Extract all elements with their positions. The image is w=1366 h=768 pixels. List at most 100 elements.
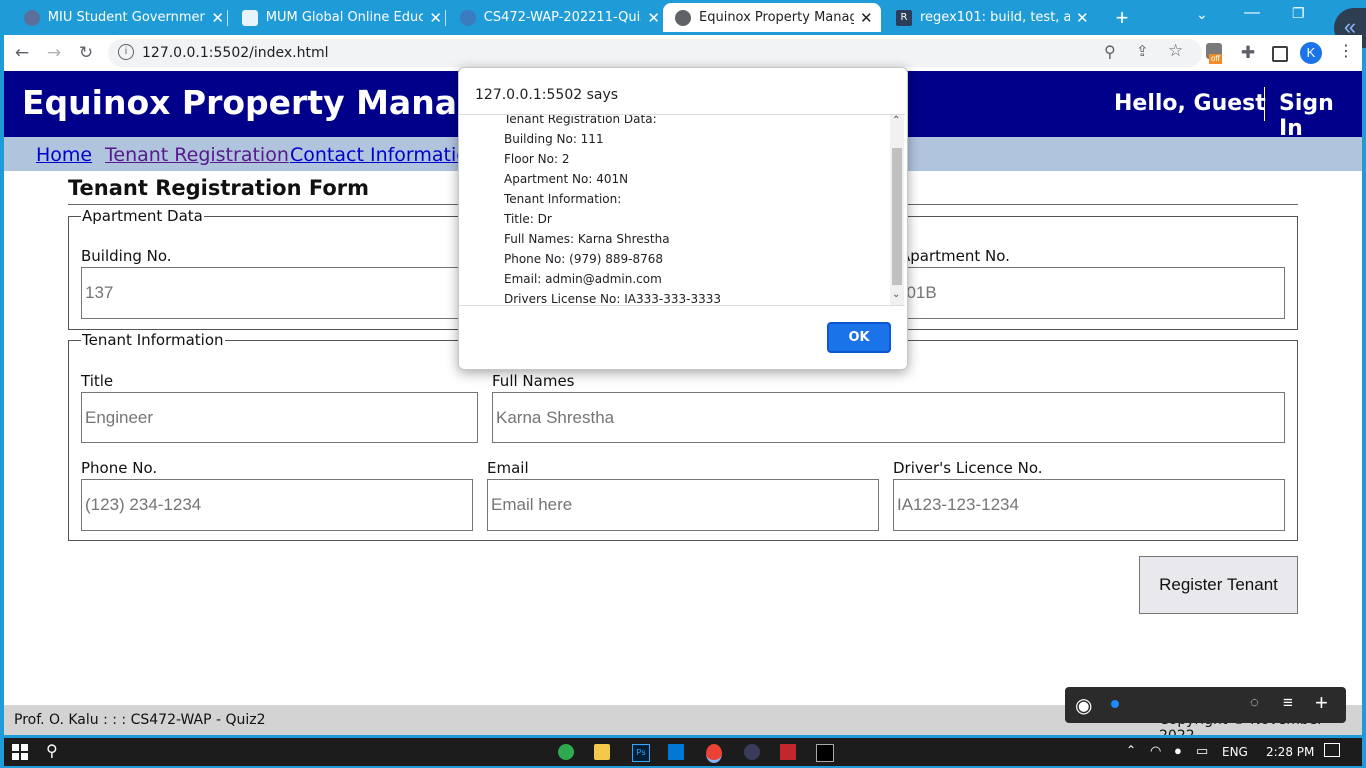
vscode-icon[interactable] bbox=[668, 744, 684, 760]
phone-no-input[interactable] bbox=[81, 479, 473, 531]
apartment-no-label: Apartment No. bbox=[900, 247, 1010, 265]
apartment-no-input[interactable] bbox=[893, 267, 1285, 319]
forward-arrow-icon[interactable]: → bbox=[42, 41, 66, 65]
drivers-licence-input[interactable] bbox=[893, 479, 1285, 531]
tab-title: MUM Global Online Educatio bbox=[265, 10, 424, 25]
tenant-information-legend: Tenant Information bbox=[81, 331, 225, 349]
edge-browser-icon[interactable] bbox=[558, 744, 574, 760]
new-tab-button[interactable]: + bbox=[1108, 4, 1136, 32]
photoshop-icon[interactable]: Ps bbox=[632, 744, 650, 762]
tab-title: regex101: build, test, and deb bbox=[920, 10, 1070, 25]
dialog-line: Floor No: 2 bbox=[504, 152, 570, 166]
bookmark-star-icon[interactable]: ☆ bbox=[1168, 41, 1183, 61]
dialog-title: 127.0.0.1:5502 says bbox=[475, 87, 619, 103]
dialog-line: Full Names: Karna Shrestha bbox=[504, 232, 670, 246]
nav-tenant-registration-link[interactable]: Tenant Registration bbox=[105, 144, 289, 166]
scrollbar-thumb[interactable] bbox=[892, 148, 902, 285]
side-panel-icon[interactable] bbox=[1272, 46, 1288, 62]
register-tenant-button[interactable]: Register Tenant bbox=[1139, 556, 1298, 614]
zoom-icon[interactable]: ⚲ bbox=[1104, 42, 1116, 62]
dialog-line: Email: admin@admin.com bbox=[504, 272, 662, 286]
scroll-up-icon[interactable]: ⌃ bbox=[892, 115, 900, 126]
building-no-input[interactable] bbox=[81, 267, 481, 319]
windows-start-icon[interactable] bbox=[12, 744, 28, 760]
extension-icon[interactable]: off bbox=[1206, 43, 1222, 64]
terminal-icon[interactable] bbox=[816, 744, 834, 762]
dialog-line: Phone No: (979) 889-8768 bbox=[504, 252, 664, 266]
menu-kebab-icon[interactable]: ⋮ bbox=[1338, 41, 1354, 60]
clock[interactable]: 2:28 PM bbox=[1266, 745, 1314, 759]
dialog-ok-button[interactable]: OK bbox=[827, 322, 891, 353]
eye-icon[interactable]: ◉ bbox=[1075, 693, 1092, 718]
chevron-up-icon[interactable]: ⌃ bbox=[1126, 743, 1136, 757]
close-icon[interactable]: ✕ bbox=[647, 9, 660, 27]
obs-icon[interactable] bbox=[744, 744, 760, 760]
full-names-label: Full Names bbox=[492, 372, 575, 390]
search-icon[interactable]: ⚲ bbox=[46, 741, 58, 761]
tab-miu-student-government[interactable]: MIU Student Government - V ✕ bbox=[12, 4, 224, 31]
extensions-puzzle-icon[interactable]: ✚ bbox=[1236, 41, 1260, 65]
drivers-licence-label: Driver's Licence No. bbox=[893, 459, 1043, 477]
restore-button[interactable]: ❐ bbox=[1292, 5, 1305, 22]
email-input[interactable] bbox=[487, 479, 879, 531]
site-favicon-icon bbox=[242, 9, 258, 26]
share-icon[interactable]: ⇪ bbox=[1136, 42, 1149, 60]
dialog-message: Tenant Registration Data: Building No: 1… bbox=[459, 114, 905, 306]
language-indicator[interactable]: ENG bbox=[1222, 745, 1248, 759]
close-icon[interactable]: ✕ bbox=[1076, 9, 1089, 27]
battery-icon[interactable]: ▭ bbox=[1196, 743, 1208, 759]
comment-icon[interactable]: ◌ bbox=[1250, 694, 1259, 711]
full-names-input[interactable] bbox=[492, 392, 1285, 443]
address-bar[interactable]: i 127.0.0.1:5502/index.html ⚲ ⇪ ☆ bbox=[108, 39, 1202, 67]
close-icon[interactable]: ✕ bbox=[429, 9, 442, 27]
nav-home-link[interactable]: Home bbox=[36, 144, 92, 166]
back-arrow-icon[interactable]: ← bbox=[10, 41, 34, 65]
tab-regex101[interactable]: R regex101: build, test, and deb ✕ bbox=[884, 4, 1096, 31]
microphone-icon[interactable]: ● bbox=[1174, 743, 1182, 758]
reload-icon[interactable]: ↻ bbox=[74, 41, 98, 65]
tab-cs472-quiz2[interactable]: CS472-WAP-202211-Quiz2 ✕ bbox=[448, 4, 660, 31]
recorder-toolbar: ◉ ◌ ≡ + bbox=[1065, 687, 1346, 723]
minimize-button[interactable]: — bbox=[1244, 4, 1260, 22]
browser-toolbar: ← → ↻ i 127.0.0.1:5502/index.html ⚲ ⇪ ☆ … bbox=[4, 35, 1362, 71]
dialog-line: Building No: 111 bbox=[504, 132, 604, 146]
close-icon[interactable]: ✕ bbox=[211, 9, 224, 27]
building-no-label: Building No. bbox=[81, 247, 172, 265]
title-input[interactable] bbox=[81, 392, 478, 443]
tab-equinox-property[interactable]: Equinox Property Manageme ✕ bbox=[663, 3, 881, 32]
dialog-line: Apartment No: 401N bbox=[504, 172, 629, 186]
scroll-down-icon[interactable]: ⌄ bbox=[892, 289, 900, 300]
notification-icon[interactable] bbox=[1324, 743, 1340, 757]
extension-badge: off bbox=[1209, 54, 1222, 64]
chrome-icon[interactable] bbox=[706, 744, 722, 763]
browser-tab-strip: MIU Student Government - V ✕ MUM Global … bbox=[4, 0, 1366, 48]
site-info-icon[interactable]: i bbox=[118, 44, 134, 60]
plus-icon[interactable]: + bbox=[1315, 690, 1328, 716]
tab-search-chevron-down-icon[interactable]: ⌄ bbox=[1196, 6, 1208, 23]
close-icon[interactable]: ✕ bbox=[860, 9, 873, 27]
alert-dialog: 127.0.0.1:5502 says Tenant Registration … bbox=[458, 67, 908, 370]
dialog-line: Tenant Registration Data: bbox=[504, 114, 657, 126]
winrar-icon[interactable] bbox=[780, 744, 796, 760]
sign-in-link[interactable]: Sign In bbox=[1279, 91, 1362, 141]
profile-avatar[interactable]: K bbox=[1300, 42, 1322, 64]
os-taskbar: ⚲ Ps ⌃ ◠ ● ▭ ENG 2:28 PM bbox=[4, 738, 1362, 766]
nav-contact-information-link[interactable]: Contact Information bbox=[290, 144, 480, 166]
globe-icon bbox=[675, 9, 691, 26]
dialog-scrollbar[interactable]: ⌃ ⌄ bbox=[890, 115, 904, 305]
file-explorer-icon[interactable] bbox=[594, 744, 610, 760]
dialog-line: Drivers License No: IA333-333-3333 bbox=[504, 292, 721, 306]
tab-title: MIU Student Government - V bbox=[47, 10, 206, 25]
email-label: Email bbox=[487, 459, 529, 477]
site-favicon-icon bbox=[460, 9, 476, 26]
wifi-icon[interactable]: ◠ bbox=[1150, 743, 1161, 759]
regex-favicon-icon: R bbox=[896, 9, 912, 26]
form-heading: Tenant Registration Form bbox=[68, 176, 369, 200]
tab-divider bbox=[445, 10, 446, 26]
apartment-data-legend: Apartment Data bbox=[81, 207, 204, 225]
tab-title: CS472-WAP-202211-Quiz2 bbox=[483, 10, 642, 25]
tab-mum-global-online[interactable]: MUM Global Online Educatio ✕ bbox=[230, 4, 442, 31]
greeting-text: Hello, Guest bbox=[1114, 91, 1266, 116]
dialog-line: Title: Dr bbox=[504, 212, 552, 226]
menu-lines-icon[interactable]: ≡ bbox=[1283, 693, 1293, 713]
